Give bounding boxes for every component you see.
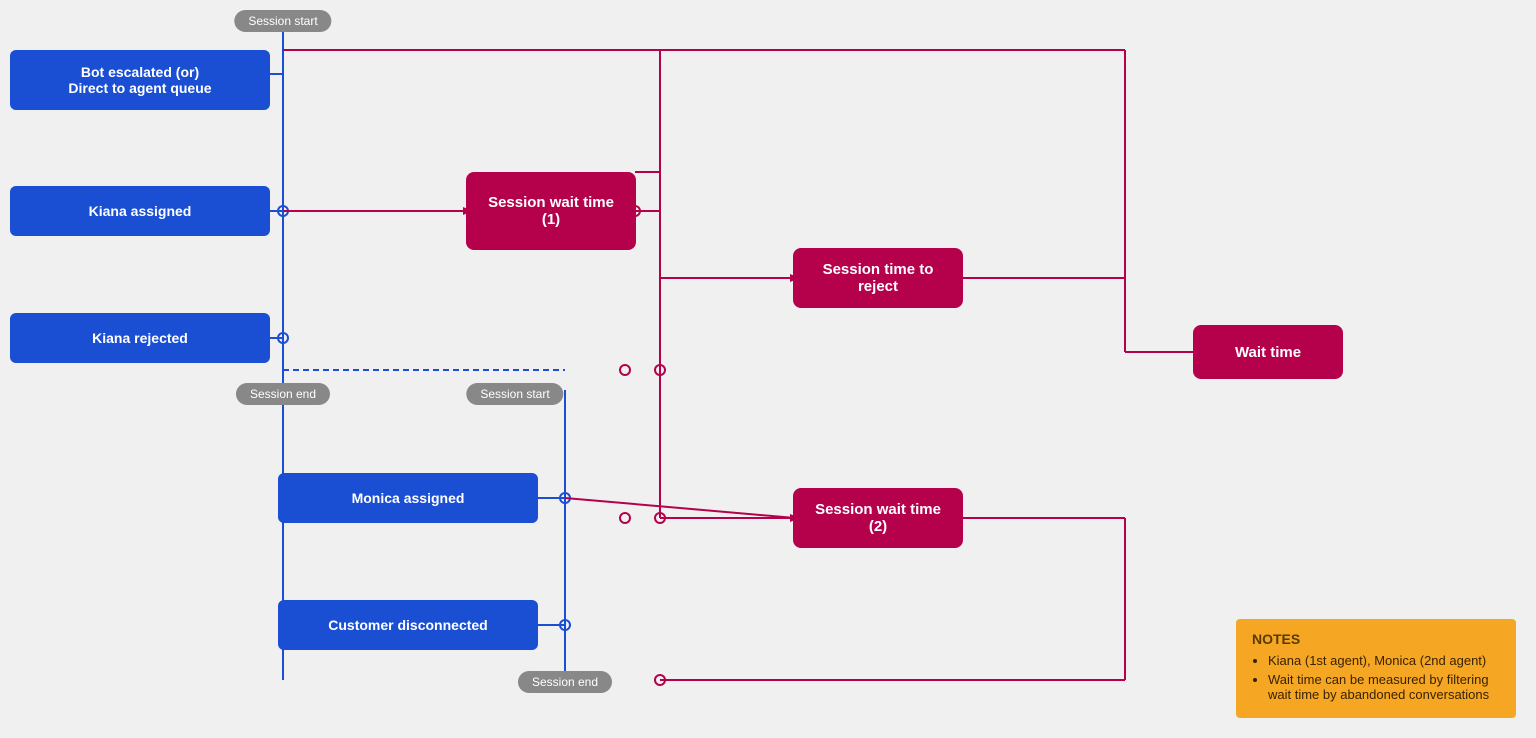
notes-item-2: Wait time can be measured by filtering w… xyxy=(1268,672,1500,702)
customer-disconnected-box: Customer disconnected xyxy=(278,600,538,650)
notes-list: Kiana (1st agent), Monica (2nd agent) Wa… xyxy=(1252,653,1500,702)
notes-title: NOTES xyxy=(1252,631,1500,647)
notes-box: NOTES Kiana (1st agent), Monica (2nd age… xyxy=(1236,619,1516,718)
session-end-1-pill: Session end xyxy=(236,383,330,405)
session-wait-time-2-box: Session wait time (2) xyxy=(793,488,963,548)
session-wait-time-1-box: Session wait time (1) xyxy=(466,172,636,250)
session-start-1-pill: Session start xyxy=(234,10,331,32)
session-start-2-pill: Session start xyxy=(466,383,563,405)
session-time-to-reject-box: Session time to reject xyxy=(793,248,963,308)
wait-time-box: Wait time xyxy=(1193,325,1343,379)
kiana-assigned-box: Kiana assigned xyxy=(10,186,270,236)
bot-escalated-box: Bot escalated (or) Direct to agent queue xyxy=(10,50,270,110)
session-end-2-pill: Session end xyxy=(518,671,612,693)
diagram-container: Session start Bot escalated (or) Direct … xyxy=(0,0,1536,738)
kiana-rejected-box: Kiana rejected xyxy=(10,313,270,363)
monica-assigned-box: Monica assigned xyxy=(278,473,538,523)
notes-item-1: Kiana (1st agent), Monica (2nd agent) xyxy=(1268,653,1500,668)
